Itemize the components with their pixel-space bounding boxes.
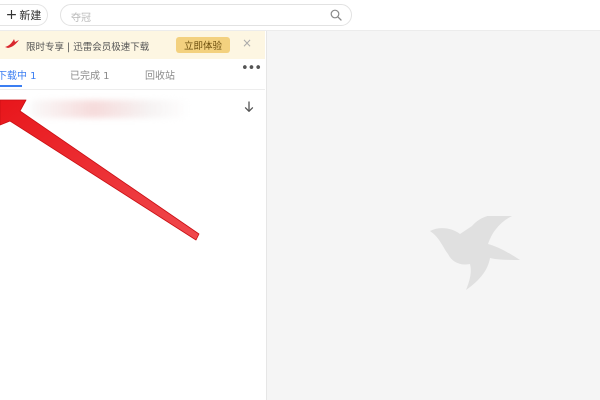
thunder-logo-icon bbox=[5, 39, 19, 48]
plus-icon: + bbox=[5, 7, 18, 23]
detail-panel-empty bbox=[267, 31, 600, 400]
download-arrow-icon[interactable] bbox=[243, 101, 255, 113]
search-icon[interactable] bbox=[330, 9, 342, 21]
tab-completed[interactable]: 已完成 1 bbox=[70, 67, 110, 82]
tab-recycle-bin[interactable]: 回收站 bbox=[145, 67, 175, 82]
search-placeholder: 夺冠 bbox=[71, 13, 91, 24]
download-tabs: 下载中 1 已完成 1 回收站 ••• bbox=[0, 59, 265, 90]
download-list-panel: 限时专享 | 迅雷会员极速下载 立即体验 × 下载中 1 已完成 1 回收站 •… bbox=[0, 31, 267, 400]
thunder-bird-icon bbox=[430, 216, 520, 290]
download-task-row[interactable] bbox=[0, 94, 265, 122]
new-task-button[interactable]: + 新建 bbox=[0, 4, 48, 26]
search-input[interactable]: 夺冠 bbox=[60, 4, 352, 26]
blurred-task-name bbox=[30, 100, 190, 118]
top-toolbar: + 新建 夺冠 bbox=[0, 0, 600, 31]
tab-downloading[interactable]: 下载中 1 bbox=[0, 67, 37, 82]
try-now-button[interactable]: 立即体验 bbox=[176, 37, 230, 53]
vip-promo-banner: 限时专享 | 迅雷会员极速下载 立即体验 × bbox=[0, 31, 265, 59]
active-tab-indicator bbox=[0, 85, 22, 87]
new-task-label: 新建 bbox=[19, 9, 42, 22]
promo-text: 限时专享 | 迅雷会员极速下载 bbox=[26, 42, 150, 53]
more-options-icon[interactable]: ••• bbox=[241, 61, 262, 76]
close-icon[interactable]: × bbox=[242, 37, 252, 49]
